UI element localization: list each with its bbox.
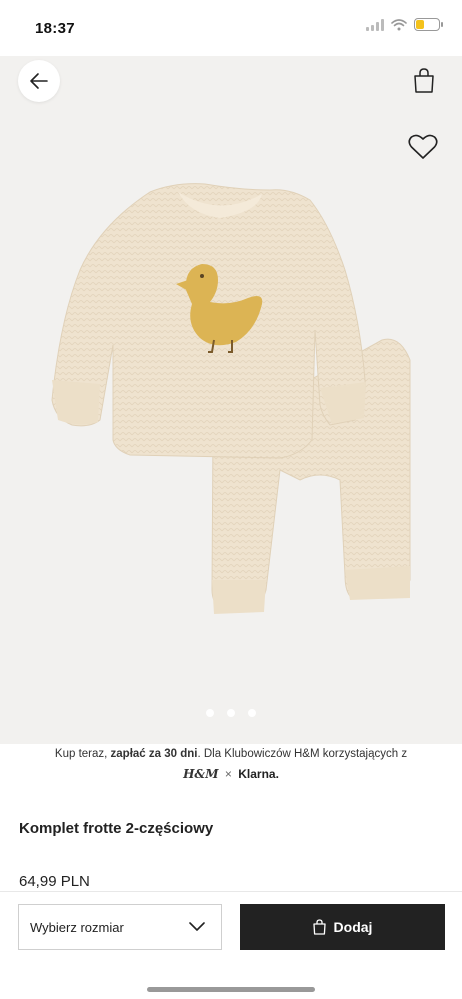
product-image [0, 56, 462, 744]
arrow-left-icon [30, 73, 48, 89]
heart-outline-icon [408, 134, 438, 159]
add-to-bag-label: Dodaj [333, 919, 373, 935]
chevron-down-icon [189, 922, 205, 931]
add-to-bag-button[interactable]: Dodaj [240, 904, 445, 950]
klarna-bold: zapłać za 30 dni [110, 748, 198, 760]
klarna-promo-text: Kup teraz, zapłać za 30 dni. Dla Klubowi… [0, 748, 462, 760]
product-image-gallery[interactable] [0, 56, 462, 744]
home-indicator [147, 987, 315, 992]
status-bar: 18:37 [0, 0, 462, 56]
product-price: 64,99 PLN [19, 873, 90, 890]
gallery-dot[interactable] [227, 709, 235, 717]
back-button[interactable] [18, 60, 60, 102]
brand-separator: × [224, 767, 232, 781]
klarna-brand-row: H&M × Klarna. [0, 767, 462, 781]
status-icons [366, 18, 443, 31]
hm-logo: H&M [183, 767, 219, 781]
klarna-logo: Klarna. [238, 767, 279, 781]
battery-icon [414, 18, 443, 31]
wifi-icon [391, 18, 407, 30]
bottom-action-bar: Wybierz rozmiar Dodaj [0, 891, 462, 999]
size-select-label: Wybierz rozmiar [30, 919, 124, 935]
gallery-dot[interactable] [248, 709, 256, 717]
shopping-bag-icon [312, 919, 326, 935]
product-title: Komplet frotte 2-częściowy [19, 820, 214, 837]
size-select[interactable]: Wybierz rozmiar [18, 904, 222, 950]
favorite-button[interactable] [402, 126, 444, 168]
klarna-suffix: . Dla Klubowiczów H&M korzystających z [197, 748, 408, 760]
gallery-dot[interactable] [206, 709, 214, 717]
cellular-signal-icon [366, 18, 384, 31]
klarna-prefix: Kup teraz, [54, 748, 111, 760]
shopping-bag-button[interactable] [404, 60, 444, 102]
gallery-pagination [0, 709, 462, 717]
shopping-bag-icon [414, 68, 434, 93]
status-time: 18:37 [35, 20, 75, 37]
